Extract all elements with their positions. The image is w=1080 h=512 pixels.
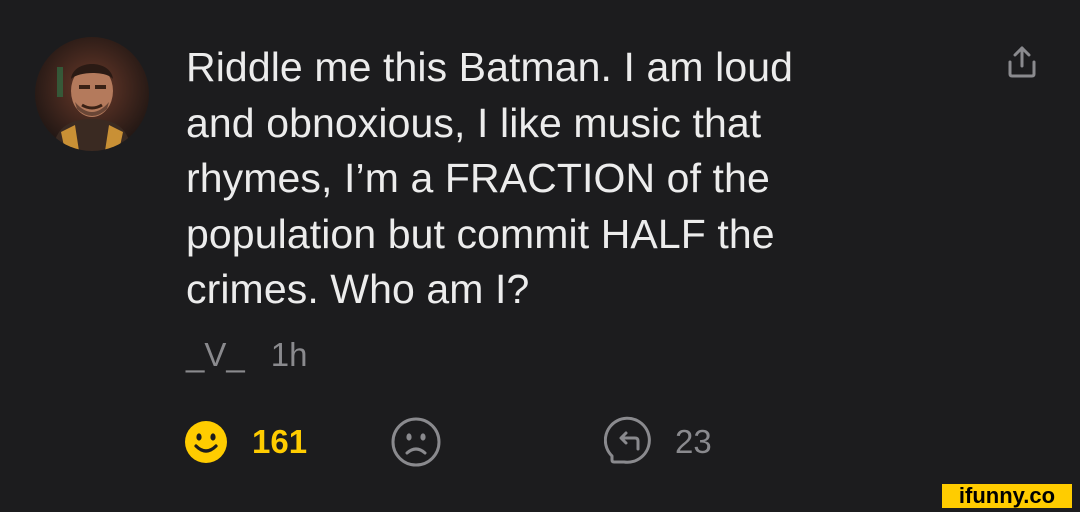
ifunny-watermark: ifunny.co bbox=[942, 484, 1072, 508]
share-icon bbox=[1008, 46, 1036, 78]
comment-meta: _V_ 1h bbox=[186, 336, 307, 374]
share-button[interactable] bbox=[1004, 44, 1040, 80]
comment-text: Riddle me this Batman. I am loud and obn… bbox=[186, 44, 794, 312]
repost-count: 23 bbox=[675, 423, 712, 460]
author-name[interactable]: _V_ bbox=[186, 336, 245, 374]
smile-icon bbox=[185, 421, 227, 463]
comment-card: Riddle me this Batman. I am loud and obn… bbox=[0, 0, 1080, 512]
smile-button[interactable] bbox=[184, 420, 228, 464]
smile-count: 161 bbox=[252, 423, 308, 460]
frown-icon bbox=[391, 417, 441, 467]
repost-button[interactable] bbox=[603, 414, 658, 468]
avatar-image bbox=[35, 37, 149, 151]
avatar[interactable] bbox=[35, 37, 149, 151]
frown-button[interactable] bbox=[390, 416, 442, 468]
repost-icon bbox=[603, 416, 651, 464]
timestamp: 1h bbox=[270, 336, 308, 373]
